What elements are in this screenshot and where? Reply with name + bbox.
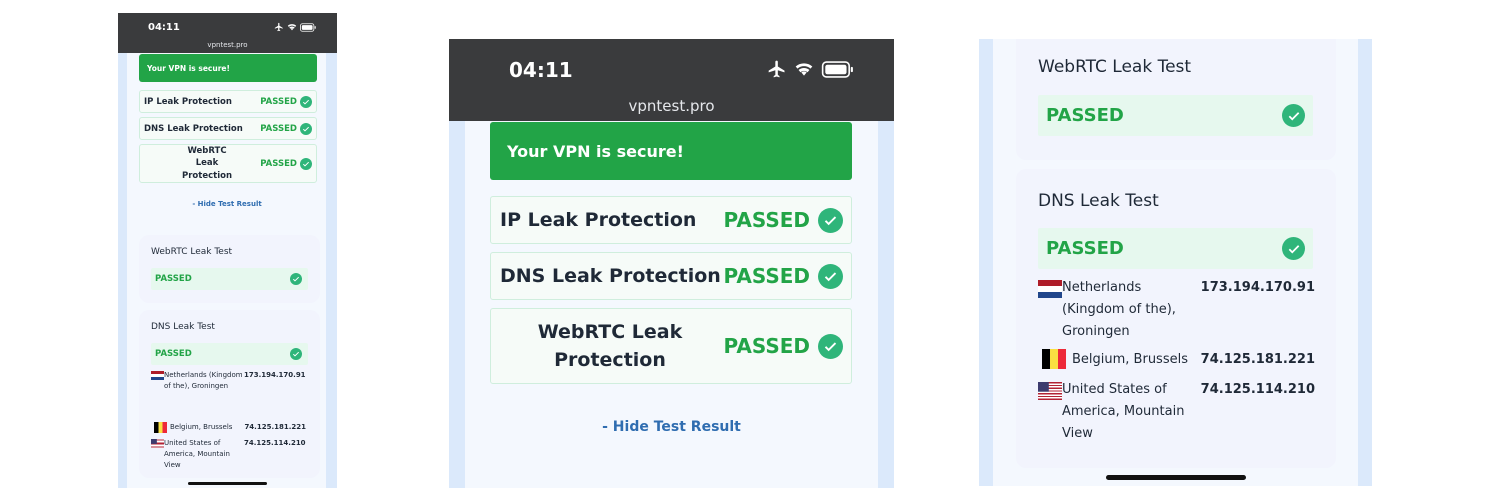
status-text: PASSED [723,264,810,288]
battery-icon [821,60,853,78]
server-location: Netherlands (Kingdom of the), Groningen [164,371,243,391]
webrtc-test-card: WebRTC Leak Test PASSED [1016,39,1336,160]
check-circle-icon [818,263,843,289]
dns-server-row: Netherlands (Kingdom of the), Groningen … [1038,277,1315,343]
pass-bar: PASSED [151,343,308,365]
check-circle-icon [300,95,312,108]
row-status: PASSED [723,207,843,233]
netherlands-flag [1038,280,1062,298]
row-label: IP Leak Protection [144,96,232,107]
pass-bar: PASSED [1038,228,1313,269]
banner-text: Your VPN is secure! [507,141,684,161]
hide-test-result-link[interactable]: - Hide Test Result [465,419,878,435]
usa-flag [151,439,164,448]
dns-test-card: DNS Leak Test PASSED Netherlands (Kingdo… [1016,169,1336,468]
server-location: United States of America, Mountain View [164,439,230,470]
server-ip: 173.194.170.91 [244,371,306,379]
wifi-icon [287,24,297,31]
status-icons [767,59,854,79]
status-time: 04:11 [509,58,573,82]
check-circle-icon [300,122,312,135]
ip-leak-row: IP Leak Protection PASSED [139,90,317,113]
banner-text: Your VPN is secure! [147,63,230,73]
dns-server-row: Belgium, Brussels 74.125.181.221 [1038,349,1315,371]
airplane-icon [274,22,283,32]
webrtc-test-card: WebRTC Leak Test PASSED [139,235,320,303]
usa-flag [1038,382,1062,400]
status-text: PASSED [1046,105,1124,126]
status-text: PASSED [723,334,810,358]
check-circle-icon [818,333,843,359]
row-label: DNS Leak Protection [144,123,243,134]
row-label: WebRTC Leak Protection [182,146,232,181]
url-bar[interactable]: vpntest.pro [449,97,894,115]
vpn-secure-banner: Your VPN is secure! [490,122,852,180]
pass-bar: PASSED [151,268,308,290]
wifi-icon [795,63,813,76]
server-ip: 74.125.181.221 [1200,352,1315,367]
webrtc-leak-row: WebRTC Leak Protection PASSED [139,144,317,183]
airplane-icon [768,60,785,78]
vpn-secure-banner: Your VPN is secure! [139,54,317,82]
card-title: DNS Leak Test [151,322,215,332]
status-icons [274,22,316,32]
server-location: Netherlands (Kingdom of the), Groningen [1062,280,1176,340]
phone-screenshot-full: 04:11 vpntest.pro Your VPN is secure! IP… [118,13,337,488]
home-indicator [188,482,267,485]
server-ip: 74.125.181.221 [244,423,306,431]
home-indicator [1106,475,1246,480]
status-text: PASSED [723,208,810,232]
status-text: PASSED [260,123,297,134]
check-circle-icon [290,273,302,285]
server-ip: 74.125.114.210 [1200,382,1315,397]
card-title: WebRTC Leak Test [1038,57,1192,77]
card-title: WebRTC Leak Test [151,247,233,257]
dns-server-row: Belgium, Brussels 74.125.181.221 [151,422,306,433]
status-text: PASSED [1046,238,1124,259]
dns-leak-row: DNS Leak Protection PASSED [139,117,317,140]
dns-server-row: United States of America, Mountain View … [151,438,306,472]
row-label: WebRTC Leak Protection [537,320,683,372]
phone-screenshot-zoom-bottom: WebRTC Leak Test PASSED DNS Leak Test PA… [979,39,1372,486]
dns-test-card: DNS Leak Test PASSED Netherlands (Kingdo… [139,310,320,478]
status-bar: 04:11 vpntest.pro [449,39,894,121]
dns-server-row: United States of America, Mountain View … [1038,379,1315,445]
ip-leak-row: IP Leak Protection PASSED [490,196,852,244]
row-status: PASSED [260,95,312,108]
server-ip: 74.125.114.210 [244,439,306,447]
belgium-flag [154,422,167,433]
url-bar[interactable]: vpntest.pro [118,41,337,49]
status-bar: 04:11 vpntest.pro [118,13,337,53]
dns-leak-row: DNS Leak Protection PASSED [490,252,852,300]
status-time: 04:11 [148,22,180,33]
status-text: PASSED [155,274,192,284]
pass-bar: PASSED [1038,95,1313,136]
status-text: PASSED [260,158,297,169]
check-circle-icon [1282,237,1305,260]
belgium-flag [1042,349,1066,369]
row-label: IP Leak Protection [500,209,697,231]
status-text: PASSED [260,96,297,107]
card-title: DNS Leak Test [1038,191,1159,211]
check-circle-icon [300,157,312,170]
server-location: Belgium, Brussels [170,423,233,431]
netherlands-flag [151,371,164,380]
server-location: Belgium, Brussels [1072,352,1188,367]
dns-server-row: Netherlands (Kingdom of the), Groningen … [151,370,306,392]
server-ip: 173.194.170.91 [1200,280,1315,295]
server-location: United States of America, Mountain View [1062,382,1185,442]
hide-test-result-link[interactable]: - Hide Test Result [127,200,327,208]
row-label: DNS Leak Protection [500,265,721,287]
check-circle-icon [290,348,302,360]
check-circle-icon [818,207,843,233]
row-status: PASSED [260,122,312,135]
status-text: PASSED [155,349,192,359]
row-status: PASSED [723,263,843,289]
webrtc-leak-row: WebRTC Leak Protection PASSED [490,308,852,384]
row-status: PASSED [260,157,312,170]
phone-screenshot-zoom-top: 04:11 vpntest.pro Your VPN is secure! IP… [449,39,894,488]
row-status: PASSED [723,333,843,359]
battery-icon [300,22,316,32]
check-circle-icon [1282,104,1305,127]
